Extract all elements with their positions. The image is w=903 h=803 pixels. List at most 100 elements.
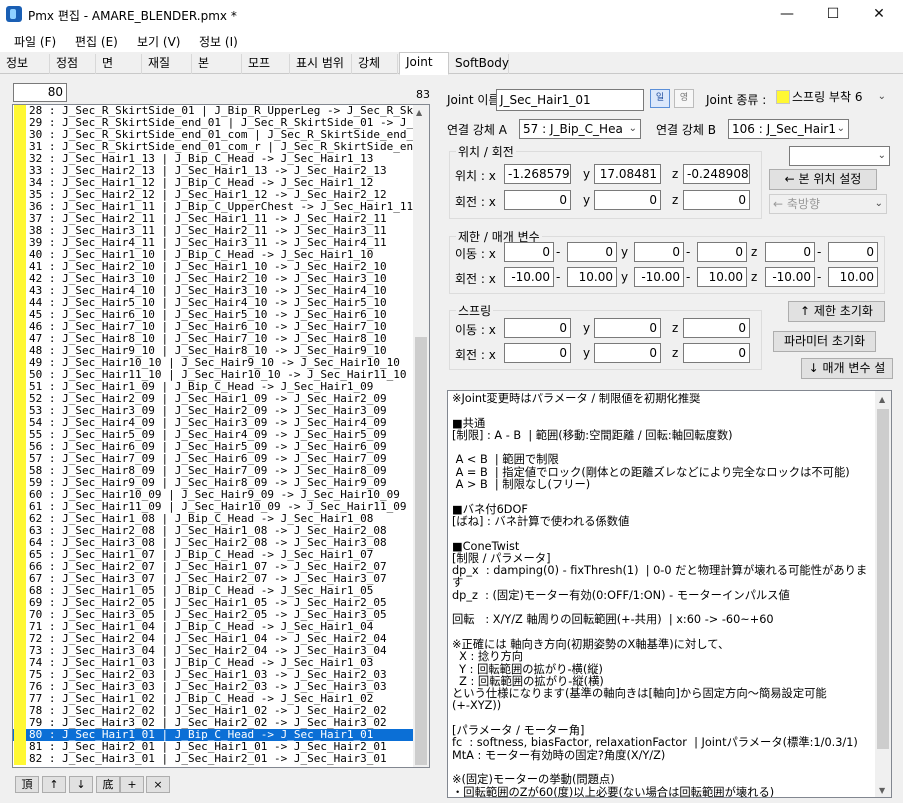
scroll-up-icon[interactable]: ▲ bbox=[879, 395, 885, 404]
spring-move-z-input[interactable]: 0 bbox=[683, 318, 750, 338]
joint-type-select[interactable]: 스프링 부착 6 ⌄ bbox=[770, 88, 888, 108]
rotation-z-input[interactable]: 0 bbox=[683, 190, 750, 210]
tab-info[interactable]: 정보 bbox=[0, 54, 50, 74]
tab-joint[interactable]: Joint bbox=[399, 52, 449, 75]
position-x-input[interactable]: -1.268579 bbox=[504, 164, 571, 184]
body-b-select[interactable]: 106 : J_Sec_Hair1 ⌄ bbox=[728, 119, 849, 139]
joint-name-input[interactable]: J_Sec_Hair1_01 bbox=[496, 89, 644, 111]
color-swatch bbox=[14, 165, 26, 177]
color-swatch bbox=[14, 225, 26, 237]
move-limit-y-min-input[interactable]: 0 bbox=[634, 242, 684, 262]
move-limit-y-max-input[interactable]: 0 bbox=[697, 242, 747, 262]
add-button[interactable]: + bbox=[120, 776, 144, 793]
limit-reset-button[interactable]: ↑ 제한 초기화 bbox=[788, 301, 885, 322]
color-swatch bbox=[14, 141, 26, 153]
spring-move-z-label: z bbox=[672, 321, 679, 335]
scroll-down-icon[interactable]: ▼ bbox=[879, 786, 885, 795]
range-dash: - bbox=[556, 270, 561, 284]
lang-en-button[interactable]: 영 bbox=[674, 89, 694, 108]
color-swatch bbox=[14, 429, 26, 441]
spring-move-y-input[interactable]: 0 bbox=[594, 318, 661, 338]
tab-bone[interactable]: 본 bbox=[192, 54, 242, 74]
color-swatch bbox=[14, 249, 26, 261]
color-swatch bbox=[14, 309, 26, 321]
rotation-x-input[interactable]: 0 bbox=[504, 190, 571, 210]
move-limit-z-min-input[interactable]: 0 bbox=[765, 242, 815, 262]
color-swatch bbox=[14, 621, 26, 633]
menu-bar: 파일 (F) 편집 (E) 보기 (V) 정보 (I) bbox=[0, 30, 903, 52]
rot-limit-x-min-input[interactable]: -10.00 bbox=[504, 267, 554, 287]
position-z-input[interactable]: -0.2489088 bbox=[683, 164, 750, 184]
tab-softbody[interactable]: SoftBody bbox=[449, 54, 509, 74]
color-swatch bbox=[14, 465, 26, 477]
rot-limit-z-max-input[interactable]: 10.00 bbox=[828, 267, 878, 287]
rot-limit-y-max-input[interactable]: 10.00 bbox=[697, 267, 747, 287]
move-bottom-button[interactable]: 底 bbox=[96, 776, 120, 793]
color-swatch bbox=[14, 753, 26, 765]
color-swatch bbox=[14, 453, 26, 465]
joint-list-scrollbar[interactable]: ▲ bbox=[413, 105, 429, 767]
scroll-thumb[interactable] bbox=[415, 337, 427, 765]
tab-morph[interactable]: 모프 bbox=[242, 54, 290, 74]
help-text-scrollbar[interactable]: ▲ ▼ bbox=[875, 391, 891, 797]
menu-edit[interactable]: 편집 (E) bbox=[75, 33, 118, 50]
chevron-down-icon: ⌄ bbox=[877, 91, 886, 102]
move-down-button[interactable]: ↓ bbox=[69, 776, 93, 793]
spring-rot-x-input[interactable]: 0 bbox=[504, 343, 571, 363]
color-swatch bbox=[14, 525, 26, 537]
color-swatch bbox=[14, 585, 26, 597]
bone-select[interactable]: ⌄ bbox=[789, 146, 890, 166]
maximize-button[interactable]: ☐ bbox=[810, 0, 856, 30]
joint-list[interactable]: 28 : J_Sec_R_SkirtSide_01 | J_Bip_R_Uppe… bbox=[12, 104, 430, 768]
menu-file[interactable]: 파일 (F) bbox=[14, 33, 56, 50]
rot-limit-x-max-input[interactable]: 10.00 bbox=[567, 267, 617, 287]
rot-limit-z-min-input[interactable]: -10.00 bbox=[765, 267, 815, 287]
body-a-select[interactable]: 57 : J_Bip_C_Hea ⌄ bbox=[519, 119, 641, 139]
param-reset-button[interactable]: 파라미터 초기화 bbox=[773, 331, 876, 352]
tab-rigid-body[interactable]: 강체 bbox=[352, 54, 398, 74]
set-bone-position-button[interactable]: ← 본 위치 설정 bbox=[769, 169, 877, 190]
rotation-y-input[interactable]: 0 bbox=[594, 190, 661, 210]
scroll-up-icon[interactable]: ▲ bbox=[416, 108, 422, 117]
list-filter-input[interactable]: 80 bbox=[13, 83, 67, 102]
spring-rot-y-input[interactable]: 0 bbox=[594, 343, 661, 363]
color-swatch bbox=[14, 177, 26, 189]
menu-info[interactable]: 정보 (I) bbox=[199, 33, 238, 50]
axis-direction-value: ← 축방향 bbox=[773, 197, 820, 211]
tab-material[interactable]: 재질 bbox=[142, 54, 192, 74]
color-swatch bbox=[14, 369, 26, 381]
color-swatch bbox=[14, 573, 26, 585]
menu-view[interactable]: 보기 (V) bbox=[137, 33, 180, 50]
joint-type-label: Joint 종류 : bbox=[706, 93, 767, 107]
position-y-input[interactable]: 17.08481 bbox=[594, 164, 661, 184]
lang-jp-button[interactable]: 일 bbox=[650, 89, 670, 108]
tab-display-frame[interactable]: 표시 범위 bbox=[290, 54, 352, 74]
scroll-thumb[interactable] bbox=[877, 409, 889, 749]
app-icon bbox=[6, 6, 22, 22]
tab-face[interactable]: 면 bbox=[96, 54, 142, 74]
tab-vertex[interactable]: 정점 bbox=[50, 54, 96, 74]
list-item[interactable]: 82 : J_Sec_Hair3_01 | J_Sec_Hair2_01 -> … bbox=[13, 753, 413, 765]
move-top-button[interactable]: 頂 bbox=[15, 776, 39, 793]
color-swatch bbox=[14, 189, 26, 201]
rot-limit-y-min-input[interactable]: -10.00 bbox=[634, 267, 684, 287]
range-dash: - bbox=[686, 270, 691, 284]
spring-move-x-input[interactable]: 0 bbox=[504, 318, 571, 338]
color-swatch bbox=[14, 321, 26, 333]
move-limit-z-max-input[interactable]: 0 bbox=[828, 242, 878, 262]
move-up-button[interactable]: ↑ bbox=[42, 776, 66, 793]
move-limit-x-min-input[interactable]: 0 bbox=[504, 242, 554, 262]
help-text-box[interactable]: ※Joint変更時はパラメータ / 制限値を初期化推奨 ■共通 [制限] : A… bbox=[447, 390, 892, 798]
color-swatch bbox=[14, 405, 26, 417]
param-set-button[interactable]: ↓ 매개 변수 설 bbox=[801, 358, 893, 379]
spring-rot-z-input[interactable]: 0 bbox=[683, 343, 750, 363]
delete-button[interactable]: × bbox=[146, 776, 170, 793]
color-swatch bbox=[14, 333, 26, 345]
move-limit-x-max-input[interactable]: 0 bbox=[567, 242, 617, 262]
list-count: 83 bbox=[416, 88, 430, 101]
close-button[interactable]: ✕ bbox=[856, 0, 902, 30]
body-a-value: 57 : J_Bip_C_Hea bbox=[523, 122, 623, 136]
spring-rot-z-label: z bbox=[672, 346, 679, 360]
color-swatch bbox=[14, 501, 26, 513]
minimize-button[interactable]: — bbox=[764, 0, 810, 30]
